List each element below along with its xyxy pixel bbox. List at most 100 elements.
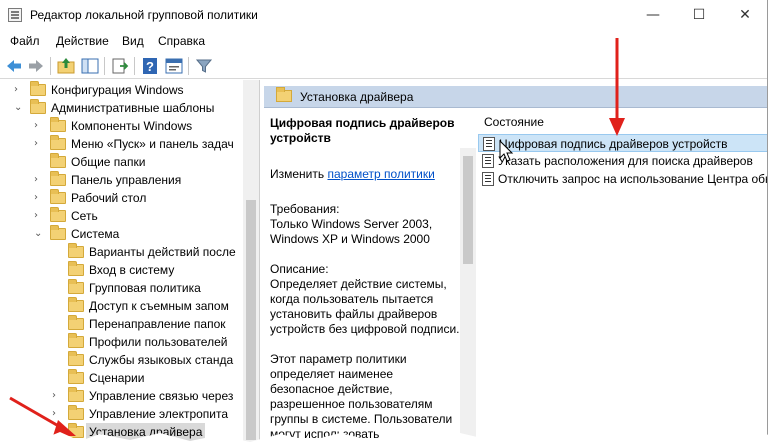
tree-item[interactable]: Профили пользователей — [0, 333, 243, 351]
menu-bar: Файл Действие Вид Справка — [0, 30, 767, 52]
tree-item-label: Вход в систему — [89, 263, 175, 277]
tree-pane: › Конфигурация Windows ⌄ Административные ш… — [0, 80, 260, 447]
title-bar: Редактор локальной групповой политики — … — [0, 0, 767, 30]
setting-row-driver-search-locations[interactable]: Указать расположения для поиска драйверо… — [478, 152, 767, 170]
folder-icon — [50, 153, 66, 168]
pane-header-title: Установка драйвера — [300, 90, 414, 104]
show-hide-tree-icon[interactable] — [80, 56, 100, 76]
maximize-button[interactable]: ☐ — [676, 0, 722, 30]
folder-icon — [50, 171, 66, 186]
tree-item[interactable]: Общие папки — [0, 153, 243, 171]
tree-item-label: Установка драйвера — [86, 423, 206, 441]
expand-chevron-icon[interactable]: › — [52, 405, 64, 423]
tree-item[interactable]: › Сеть — [0, 207, 243, 225]
expand-chevron-icon[interactable]: › — [34, 207, 46, 225]
tree-item-label: Профили пользователей — [89, 335, 228, 349]
app-icon — [8, 8, 22, 22]
policy-setting-icon — [482, 172, 494, 186]
tree-item-label: Перенаправление папок — [89, 317, 226, 331]
setting-row-disable-update-prompt[interactable]: Отключить запрос на использование Центра… — [478, 170, 768, 188]
tree-item[interactable]: Вход в систему — [0, 261, 243, 279]
column-header-label: Состояние — [484, 115, 544, 129]
column-header-state[interactable]: Состояние — [478, 110, 767, 132]
setting-label: Цифровая подпись драйверов устройств — [499, 137, 728, 151]
tree-item[interactable]: Сценарии — [0, 369, 243, 387]
tree-item-label: Доступ к съемным запом — [89, 299, 229, 313]
folder-icon — [68, 279, 84, 294]
folder-icon — [30, 99, 46, 114]
tree-item[interactable]: Установка драйвера — [0, 423, 243, 441]
folder-icon — [68, 387, 84, 402]
tree-item-label: Административные шаблоны — [51, 101, 215, 115]
edit-prefix: Изменить — [270, 167, 325, 181]
properties-icon[interactable] — [164, 56, 184, 76]
folder-icon — [68, 243, 84, 258]
tree-item-label: Панель управления — [71, 173, 182, 187]
menu-file[interactable]: Файл — [10, 34, 40, 48]
up-folder-icon[interactable] — [56, 56, 76, 76]
tree-item[interactable]: › Панель управления — [0, 171, 243, 189]
description-more-text: Этот параметр политики определяет наимен… — [270, 352, 453, 441]
edit-policy-line: Изменить параметр политики — [270, 167, 460, 182]
tree-scrollbar[interactable] — [243, 80, 259, 447]
folder-icon — [30, 81, 46, 96]
tree-item-label: Рабочий стол — [71, 191, 147, 205]
menu-help[interactable]: Справка — [158, 34, 205, 48]
export-list-icon[interactable] — [110, 56, 130, 76]
description-title: Цифровая подпись драйверов устройств — [270, 116, 455, 145]
tree-item-label: Общие папки — [71, 155, 146, 169]
edit-policy-link[interactable]: параметр политики — [327, 167, 434, 181]
requirements-text: Требования: Только Windows Server 2003, … — [270, 202, 433, 246]
description-scrollbar[interactable] — [460, 148, 476, 447]
tree-item[interactable]: › Рабочий стол — [0, 189, 243, 207]
toolbar-separator — [104, 57, 105, 75]
folder-icon — [50, 117, 66, 132]
folder-icon — [68, 333, 84, 348]
tree-item[interactable]: Службы языковых станда — [0, 351, 243, 369]
expand-chevron-icon[interactable]: › — [34, 171, 46, 189]
expand-chevron-icon[interactable]: › — [34, 117, 46, 135]
filter-icon[interactable] — [194, 56, 214, 76]
tree-item-label: Управление связью через — [89, 389, 234, 403]
tree-item-label: Службы языковых станда — [89, 353, 234, 367]
folder-icon — [276, 87, 292, 102]
menu-view[interactable]: Вид — [122, 34, 144, 48]
folder-icon — [50, 225, 66, 240]
help-icon[interactable]: ? — [140, 56, 160, 76]
tree-item[interactable]: Групповая политика — [0, 279, 243, 297]
window-title: Редактор локальной групповой политики — [30, 8, 258, 22]
toolbar-separator — [134, 57, 135, 75]
description-text: Описание: Определяет действие системы, к… — [270, 262, 460, 336]
tree-item[interactable]: › Меню «Пуск» и панель задач — [0, 135, 243, 153]
close-button[interactable]: ✕ — [722, 0, 767, 30]
expand-chevron-icon[interactable]: › — [14, 81, 26, 99]
folder-icon — [68, 423, 84, 438]
tree-item[interactable]: ⌄ Система — [0, 225, 243, 243]
expand-chevron-icon[interactable]: ⌄ — [34, 225, 46, 243]
expand-chevron-icon[interactable]: ⌄ — [14, 99, 26, 117]
back-arrow-icon[interactable] — [4, 56, 24, 76]
folder-icon — [50, 189, 66, 204]
forward-arrow-icon[interactable] — [26, 56, 46, 76]
tree-item[interactable]: Варианты действий после — [0, 243, 243, 261]
policy-setting-icon — [483, 137, 495, 151]
expand-chevron-icon[interactable]: › — [34, 189, 46, 207]
tree-scrollbar-thumb[interactable] — [246, 200, 256, 440]
tree-item[interactable]: › Управление электропита — [0, 405, 243, 423]
description-scrollbar-thumb[interactable] — [463, 156, 473, 264]
tree-item-label: Система — [71, 227, 120, 241]
expand-chevron-icon[interactable]: › — [34, 135, 46, 153]
menu-action[interactable]: Действие — [56, 34, 109, 48]
tree-item[interactable]: › Компоненты Windows — [0, 117, 243, 135]
tree-item-label: Групповая политика — [89, 281, 201, 295]
tree-item[interactable]: Перенаправление папок — [0, 315, 243, 333]
setting-label: Отключить запрос на использование Центра… — [498, 172, 768, 186]
tree-item[interactable]: › Конфигурация Windows — [0, 81, 243, 99]
tree-item[interactable]: Доступ к съемным запом — [0, 297, 243, 315]
minimize-button[interactable]: — — [630, 0, 676, 30]
tree-item[interactable]: ⌄ Административные шаблоны — [0, 99, 243, 117]
tree-item[interactable]: › Управление связью через — [0, 387, 243, 405]
setting-row-driver-signing[interactable]: Цифровая подпись драйверов устройств — [478, 134, 767, 152]
expand-chevron-icon[interactable]: › — [52, 387, 64, 405]
folder-icon — [68, 315, 84, 330]
